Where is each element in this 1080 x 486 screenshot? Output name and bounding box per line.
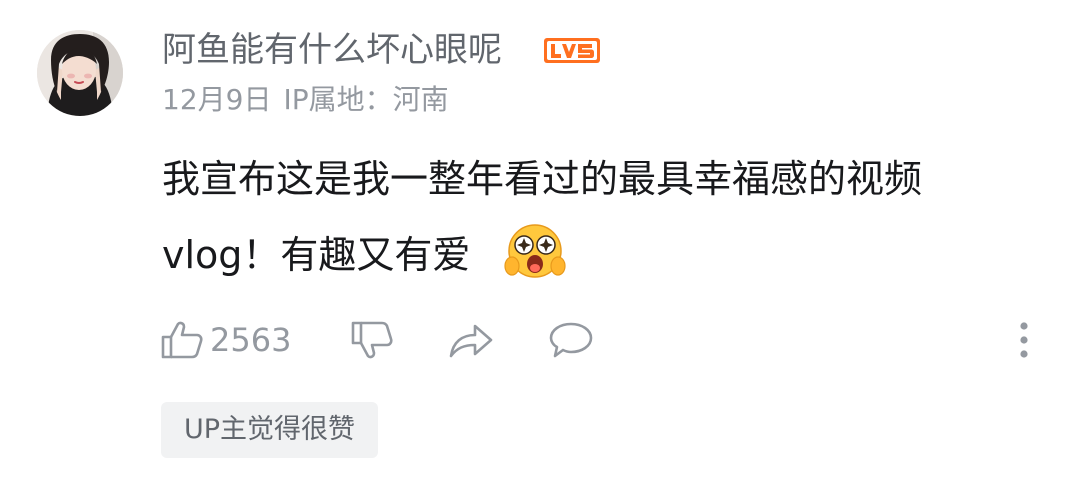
share-arrow-icon[interactable]: [448, 320, 494, 364]
ip-location: IP属地：河南: [283, 83, 449, 116]
comment-text-line-1: 我宣布这是我一整年看过的最具幸福感的视频: [162, 157, 923, 201]
like-count: 2563: [210, 321, 292, 359]
up-liked-tag: UP主觉得很赞: [161, 402, 378, 458]
avatar[interactable]: [37, 30, 123, 116]
username[interactable]: 阿鱼能有什么坏心眼呢: [162, 28, 502, 72]
comment-text-line-2: vlog！有趣又有爱: [162, 233, 471, 277]
vertical-ellipsis-icon[interactable]: [1012, 318, 1036, 366]
level-badge: [544, 38, 600, 63]
comment-date: 12月9日: [162, 83, 272, 116]
thumbs-up-icon[interactable]: [160, 320, 204, 364]
comment-actions: 2563: [0, 310, 1080, 370]
speech-bubble-icon[interactable]: [548, 320, 594, 364]
thumbs-down-icon[interactable]: [350, 320, 394, 364]
comment-meta: 12月9日 IP属地：河南: [162, 82, 449, 118]
starry-eyed-face-emoji: [504, 222, 566, 280]
comment-item: 阿鱼能有什么坏心眼呢 12月9日 IP属地：河南 我宣布这是我一整年看过的最具幸福…: [0, 0, 1080, 486]
